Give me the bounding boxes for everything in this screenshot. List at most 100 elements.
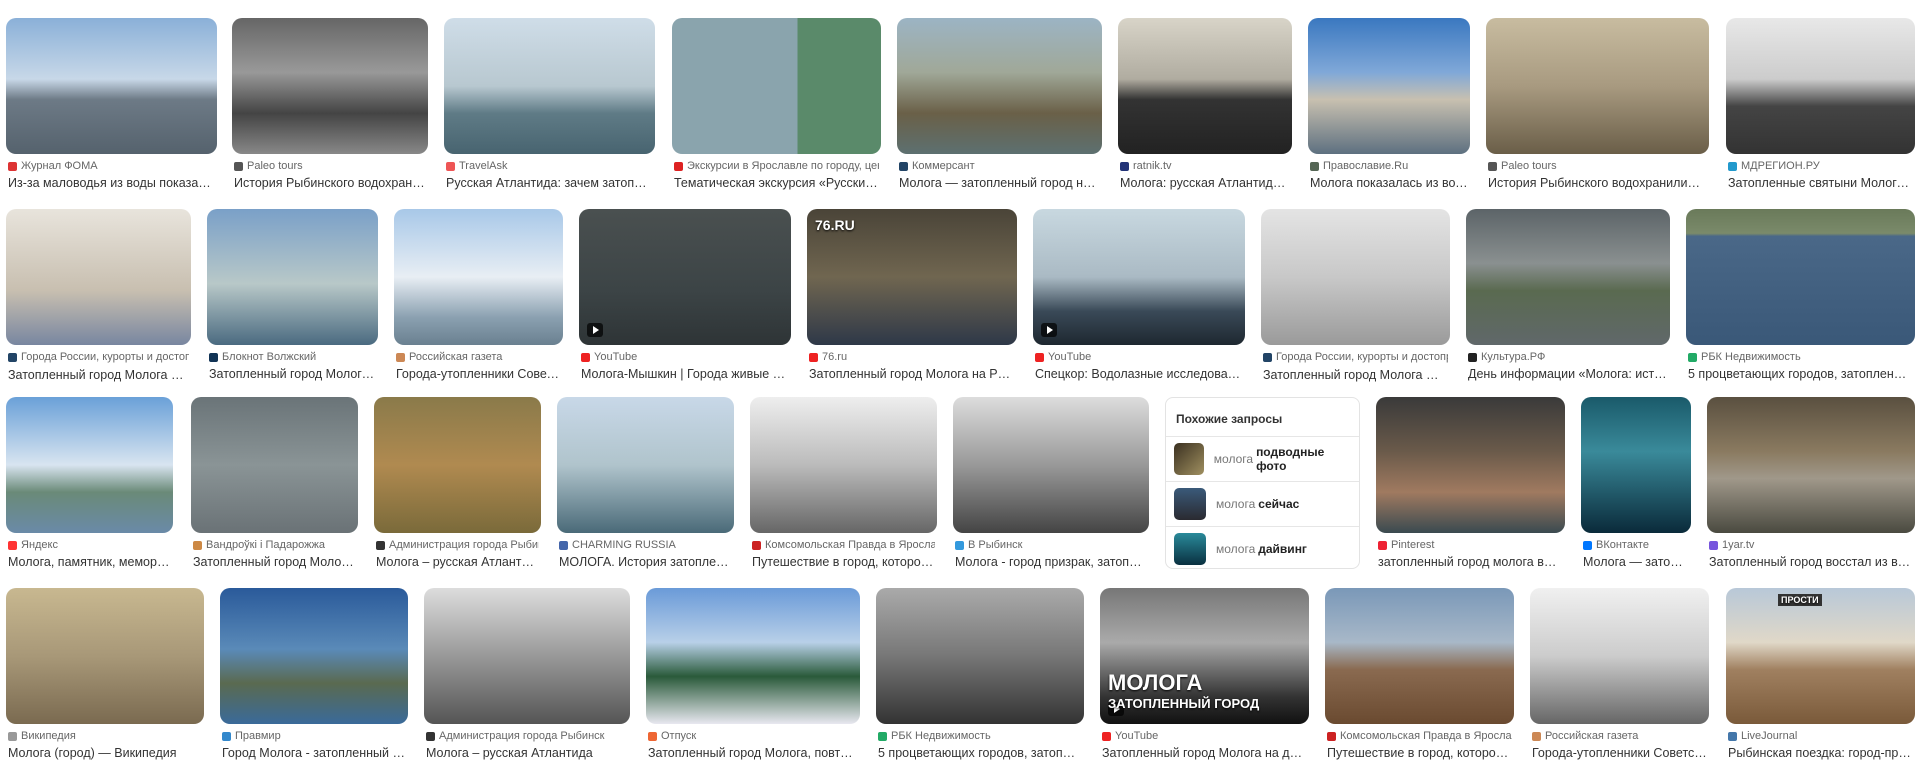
image-thumbnail[interactable]	[1308, 18, 1470, 154]
result-title[interactable]: Затопленный город Молога ➤ ис...	[8, 367, 189, 382]
result-title[interactable]: Молога – русская Атлантида	[376, 555, 539, 569]
result-title[interactable]: Затопленный город Молога на дне Р...	[1102, 746, 1307, 760]
result-source[interactable]: Википедия	[8, 730, 202, 742]
image-thumbnail[interactable]	[394, 209, 563, 345]
result-title[interactable]: История Рыбинского водохранили...	[234, 176, 426, 190]
result-source[interactable]: TravelAsk	[446, 160, 653, 172]
result-title[interactable]: Молога — затопл...	[1583, 555, 1689, 569]
result-source[interactable]: Paleo tours	[1488, 160, 1707, 172]
image-result-card[interactable]: Администрация города Рыбинск Молога – рус…	[374, 397, 541, 569]
result-source[interactable]: Pinterest	[1378, 539, 1563, 551]
result-source[interactable]: Православие.Ru	[1310, 160, 1468, 172]
result-title[interactable]: Путешествие в город, которого не...	[1327, 746, 1512, 760]
image-result-card[interactable]: Paleo tours История Рыбинского водохранил…	[1486, 18, 1709, 190]
image-result-card[interactable]: YouTube Спецкор: Водолазные исследования …	[1033, 209, 1245, 381]
result-title[interactable]: Города-утопленники Советско...	[396, 367, 561, 381]
image-thumbnail[interactable]	[672, 18, 881, 154]
image-thumbnail[interactable]	[220, 588, 408, 724]
result-source[interactable]: Журнал ФОМА	[8, 160, 215, 172]
image-result-card[interactable]: YouTube Молога-Мышкин | Города живые и мё…	[579, 209, 791, 381]
result-title[interactable]: МОЛОГА. История затопленног...	[559, 555, 732, 569]
image-thumbnail[interactable]	[1261, 209, 1450, 345]
image-thumbnail[interactable]	[897, 18, 1102, 154]
result-title[interactable]: Спецкор: Водолазные исследования ...	[1035, 367, 1243, 381]
image-result-card[interactable]: Pinterest затопленный город молога вновь.…	[1376, 397, 1565, 569]
result-title[interactable]: Затопленные святыни Мологског...	[1728, 176, 1913, 190]
image-thumbnail[interactable]	[6, 397, 173, 533]
image-result-card[interactable]: Отпуск Затопленный город Молога, повторив…	[646, 588, 860, 760]
result-title[interactable]: Города-утопленники Советског...	[1532, 746, 1707, 760]
image-result-card[interactable]: МДРЕГИОН.РУ Затопленные святыни Мологског…	[1726, 18, 1915, 190]
result-title[interactable]: Молога-Мышкин | Города живые и мё...	[581, 367, 789, 381]
result-source[interactable]: Города России, курорты и достопри...	[1263, 351, 1448, 363]
result-source[interactable]: YouTube	[1035, 351, 1243, 363]
result-title[interactable]: Затопленный город Молога. ...	[193, 555, 356, 569]
image-thumbnail[interactable]	[1686, 209, 1915, 345]
image-thumbnail[interactable]	[579, 209, 791, 345]
image-thumbnail[interactable]	[1033, 209, 1245, 345]
image-result-card[interactable]: Правмир Город Молога - затопленный горо..…	[220, 588, 408, 760]
result-title[interactable]: 5 процветающих городов, затопленн...	[878, 746, 1082, 760]
image-result-card[interactable]: МОЛОГА ЗАТОПЛЕННЫЙ ГОРОД YouTube Затопленны…	[1100, 588, 1309, 760]
image-result-card[interactable]: Википедия Молога (город) — Википедия	[6, 588, 204, 760]
result-source[interactable]: Экскурсии в Ярославле по городу, цены -.…	[674, 160, 879, 172]
related-search-item[interactable]: молога подводные фото	[1166, 436, 1359, 481]
image-result-card[interactable]: В Рыбинск Молога - город призрак, затопле…	[953, 397, 1149, 569]
image-result-card[interactable]: TravelAsk Русская Атлантида: зачем затопи…	[444, 18, 655, 190]
result-source[interactable]: Вандроўкі і Падарожжа	[193, 539, 356, 551]
result-title[interactable]: Молога (город) — Википедия	[8, 746, 202, 760]
result-source[interactable]: Администрация города Рыбинск	[376, 539, 539, 551]
image-result-card[interactable]: Яндекс Молога, памятник, мемориал...	[6, 397, 173, 569]
result-source[interactable]: Paleo tours	[234, 160, 426, 172]
result-title[interactable]: Затопленный город восстал из воды:...	[1709, 555, 1913, 569]
image-thumbnail[interactable]	[191, 397, 358, 533]
result-title[interactable]: Русская Атлантида: зачем затопили д...	[446, 176, 653, 190]
image-result-card[interactable]: РБК Недвижимость 5 процветающих городов, …	[1686, 209, 1915, 381]
image-thumbnail[interactable]	[374, 397, 541, 533]
image-result-card[interactable]: Российская газета Города-утопленники Сове…	[394, 209, 563, 381]
image-thumbnail[interactable]: 76.RU	[807, 209, 1017, 345]
image-thumbnail[interactable]	[424, 588, 630, 724]
result-title[interactable]: День информации «Молога: история...	[1468, 367, 1668, 381]
image-thumbnail[interactable]: ПРОСТИ	[1726, 588, 1915, 724]
result-source[interactable]: РБК Недвижимость	[1688, 351, 1913, 363]
result-source[interactable]: Правмир	[222, 730, 406, 742]
image-thumbnail[interactable]	[1325, 588, 1514, 724]
image-result-card[interactable]: Комсомольская Правда в Ярославле Путешест…	[1325, 588, 1514, 760]
result-title[interactable]: Рыбинская поездка: город-призра...	[1728, 746, 1913, 760]
image-result-card[interactable]: ratnik.tv Молога: русская Атлантида | R..…	[1118, 18, 1292, 190]
image-result-card[interactable]: Города России, курорты и достопри... Зато…	[6, 209, 191, 382]
image-result-card[interactable]: Журнал ФОМА Из-за маловодья из воды показ…	[6, 18, 217, 190]
image-result-card[interactable]: CHARMING RUSSIA МОЛОГА. История затопленн…	[557, 397, 734, 569]
image-result-card[interactable]: РБК Недвижимость 5 процветающих городов, …	[876, 588, 1084, 760]
image-thumbnail[interactable]	[6, 209, 191, 345]
result-title[interactable]: 5 процветающих городов, затопленных в...	[1688, 367, 1913, 381]
result-source[interactable]: Администрация города Рыбинск	[426, 730, 628, 742]
result-title[interactable]: Затопленный город Молога, повторив...	[648, 746, 858, 760]
result-source[interactable]: 1yar.tv	[1709, 539, 1913, 551]
result-source[interactable]: Города России, курорты и достопри...	[8, 351, 189, 363]
image-result-card[interactable]: Коммерсант Молога — затопленный город на …	[897, 18, 1102, 190]
result-source[interactable]: Блокнот Волжский	[209, 351, 376, 363]
related-search-item[interactable]: молога сейчас	[1166, 481, 1359, 526]
result-source[interactable]: Российская газета	[1532, 730, 1707, 742]
result-title[interactable]: Молога: русская Атлантида | R...	[1120, 176, 1290, 190]
result-source[interactable]: Отпуск	[648, 730, 858, 742]
result-source[interactable]: Комсомольская Правда в Ярославле	[752, 539, 935, 551]
image-result-card[interactable]: Города России, курорты и достопри... Зато…	[1261, 209, 1450, 382]
result-source[interactable]: Комсомольская Правда в Ярославле	[1327, 730, 1512, 742]
result-source[interactable]: CHARMING RUSSIA	[559, 539, 732, 551]
result-source[interactable]: РБК Недвижимость	[878, 730, 1082, 742]
image-result-card[interactable]: ВКонтакте Молога — затопл...	[1581, 397, 1691, 569]
result-source[interactable]: Российская газета	[396, 351, 561, 363]
image-thumbnail[interactable]	[557, 397, 734, 533]
image-thumbnail[interactable]	[953, 397, 1149, 533]
image-thumbnail[interactable]	[1376, 397, 1565, 533]
image-result-card[interactable]: Экскурсии в Ярославле по городу, цены -.…	[672, 18, 881, 190]
image-thumbnail[interactable]	[646, 588, 860, 724]
result-title[interactable]: Молога — затопленный город на дне...	[899, 176, 1100, 190]
image-thumbnail[interactable]	[876, 588, 1084, 724]
result-title[interactable]: Из-за маловодья из воды показался з...	[8, 176, 215, 190]
result-title[interactable]: Город Молога - затопленный горо...	[222, 746, 406, 760]
image-result-card[interactable]: Российская газета Города-утопленники Сове…	[1530, 588, 1709, 760]
